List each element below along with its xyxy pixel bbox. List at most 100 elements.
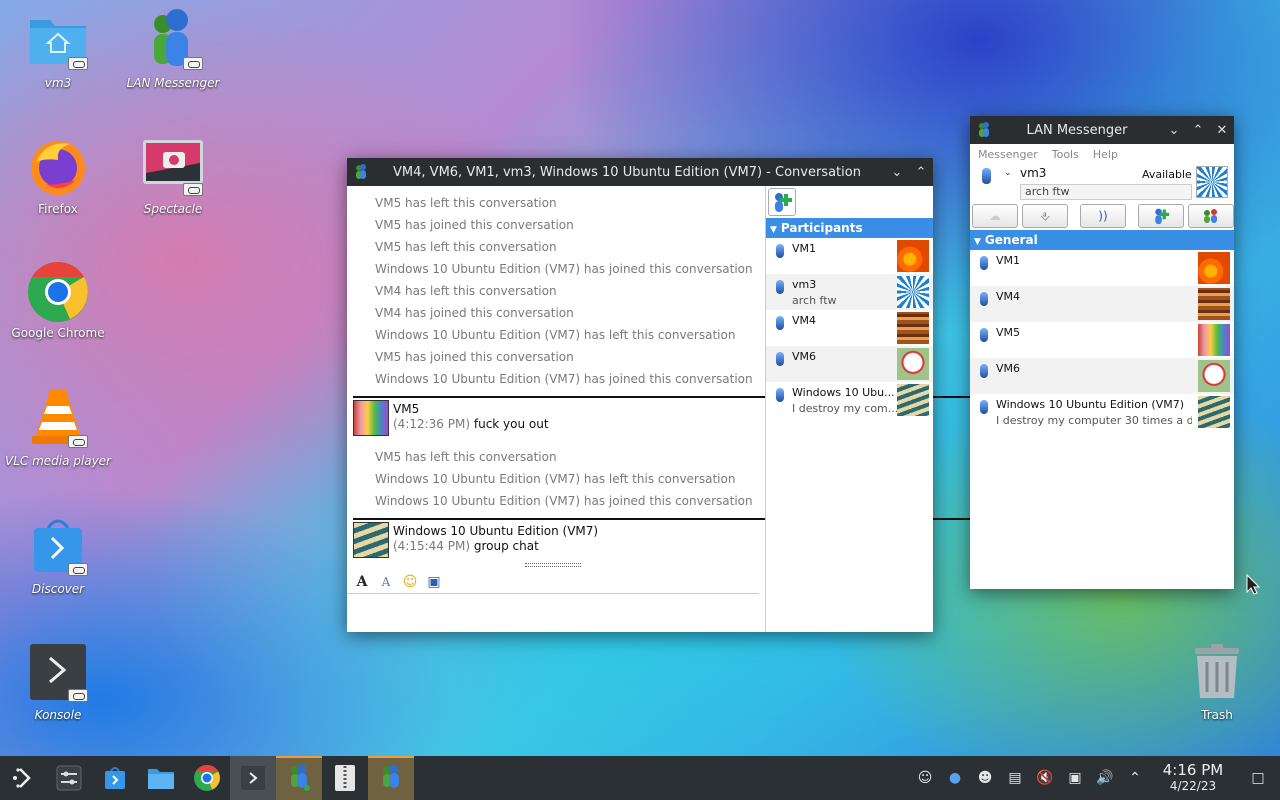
desktop-icon-trash[interactable]: Trash bbox=[1162, 640, 1272, 722]
volume-muted-icon[interactable]: 🔇 bbox=[1030, 770, 1060, 786]
participant-row[interactable]: VM6 bbox=[766, 346, 933, 382]
user-icon[interactable]: ☺ bbox=[910, 770, 940, 786]
close-button[interactable]: ✕ bbox=[1210, 123, 1234, 138]
maximize-button[interactable]: ⌃ bbox=[909, 165, 933, 180]
desktop-icon-konsole[interactable]: Konsole bbox=[3, 640, 113, 722]
minimize-button[interactable]: ⌄ bbox=[1162, 123, 1186, 138]
desktop-icon-label: Firefox bbox=[38, 202, 78, 216]
message-time: (4:15:44 PM) bbox=[393, 539, 471, 553]
avatar bbox=[1198, 360, 1230, 392]
participants-panel: ▼ Participants VM1 vm3 arch ftw VM4 VM6 W… bbox=[765, 186, 933, 632]
participant-note: I destroy my com... bbox=[792, 402, 899, 415]
smiley-icon[interactable]: ☺ bbox=[401, 574, 419, 590]
network-icon[interactable]: ▣ bbox=[1060, 770, 1090, 786]
task-lan-messenger[interactable] bbox=[368, 756, 414, 800]
participant-row[interactable]: VM4 bbox=[766, 310, 933, 346]
avatar bbox=[897, 348, 929, 380]
add-participant-button[interactable] bbox=[768, 188, 796, 216]
task-konsole[interactable] bbox=[230, 756, 276, 800]
status-icon[interactable] bbox=[982, 168, 991, 184]
task-lan-messenger-conversation[interactable] bbox=[276, 756, 322, 800]
window-title: LAN Messenger bbox=[1026, 122, 1128, 138]
menu-messenger[interactable]: Messenger bbox=[978, 148, 1038, 161]
send-file-button[interactable]: ⎀ bbox=[1022, 204, 1069, 228]
save-icon[interactable]: ▣ bbox=[425, 574, 443, 590]
participant-row[interactable]: vm3 arch ftw bbox=[766, 274, 933, 310]
participant-note: arch ftw bbox=[792, 294, 837, 307]
contact-row[interactable]: Windows 10 Ubuntu Edition (VM7) I destro… bbox=[970, 394, 1234, 430]
chevron-down-icon[interactable]: ⌄ bbox=[1004, 168, 1012, 178]
user-note-field[interactable]: arch ftw bbox=[1020, 184, 1192, 200]
contact-row[interactable]: VM1 bbox=[970, 250, 1234, 286]
avatar bbox=[897, 276, 929, 308]
desktop-icon-spectacle[interactable]: Spectacle bbox=[118, 134, 228, 216]
desktop-icon-firefox[interactable]: Firefox bbox=[3, 134, 113, 216]
user-status[interactable]: Available bbox=[1142, 168, 1192, 181]
messenger-toolbar: ☁ ⎀ )) bbox=[970, 202, 1234, 228]
task-google-chrome[interactable] bbox=[184, 756, 230, 800]
show-desktop-icon[interactable]: □ bbox=[1236, 770, 1280, 786]
chat-room-button[interactable]: ☁ bbox=[972, 204, 1019, 228]
participant-name: VM4 bbox=[792, 314, 817, 327]
participant-name: VM1 bbox=[792, 242, 817, 255]
app-launcher-button[interactable] bbox=[0, 756, 46, 800]
message-text: fuck you out bbox=[473, 417, 549, 431]
chevron-up-icon[interactable]: ⌃ bbox=[1120, 770, 1150, 786]
conversation-titlebar[interactable]: VM4, VM6, VM1, vm3, Windows 10 Ubuntu Ed… bbox=[347, 158, 933, 186]
lan-messenger-tray-icon[interactable]: ● bbox=[940, 770, 970, 786]
contact-name: VM4 bbox=[996, 290, 1021, 303]
clipboard-icon[interactable]: ▤ bbox=[1000, 770, 1030, 786]
add-contact-icon bbox=[1155, 208, 1170, 225]
clock[interactable]: 4:16 PM 4/22/23 bbox=[1150, 762, 1236, 794]
firefox-icon bbox=[26, 134, 90, 198]
group-button[interactable] bbox=[1187, 204, 1234, 228]
archive-icon bbox=[335, 765, 355, 791]
contact-note: I destroy my computer 30 times a da... bbox=[996, 414, 1192, 427]
task-discover[interactable] bbox=[92, 756, 138, 800]
add-contact-button[interactable] bbox=[1137, 204, 1184, 228]
contact-row[interactable]: VM6 bbox=[970, 358, 1234, 394]
menu-help[interactable]: Help bbox=[1093, 148, 1118, 161]
cloud-icon: ☁ bbox=[989, 209, 1002, 223]
minimize-button[interactable]: ⌄ bbox=[885, 165, 909, 180]
message-text: group chat bbox=[473, 539, 539, 553]
contact-row[interactable]: VM5 bbox=[970, 322, 1234, 358]
format-toolbar: A A ☺ ▣ bbox=[347, 570, 759, 594]
desktop-icon-vm3[interactable]: vm3 bbox=[3, 8, 113, 90]
desktop-icon-discover[interactable]: Discover bbox=[3, 514, 113, 596]
contact-name: VM1 bbox=[996, 254, 1021, 267]
broadcast-button[interactable]: )) bbox=[1079, 204, 1127, 228]
font-icon[interactable]: A bbox=[353, 574, 371, 590]
task-archiver[interactable] bbox=[322, 756, 368, 800]
participant-row[interactable]: Windows 10 Ubu... I destroy my com... bbox=[766, 382, 933, 418]
status-icon bbox=[980, 292, 988, 306]
lan-messenger-icon bbox=[383, 764, 399, 788]
menu-tools[interactable]: Tools bbox=[1052, 148, 1079, 161]
participants-header[interactable]: ▼ Participants bbox=[766, 218, 933, 238]
message-input[interactable] bbox=[347, 596, 759, 632]
users-icon[interactable]: ☻ bbox=[970, 770, 1000, 786]
desktop-icon-vlc[interactable]: VLC media player bbox=[3, 386, 113, 468]
participant-row[interactable]: VM1 bbox=[766, 238, 933, 274]
status-icon bbox=[980, 256, 988, 270]
maximize-button[interactable]: ⌃ bbox=[1186, 123, 1210, 138]
task-system-settings[interactable] bbox=[46, 756, 92, 800]
launcher-icon bbox=[13, 768, 31, 788]
desktop-icon-lan-messenger[interactable]: LAN Messenger bbox=[118, 8, 228, 90]
participant-name: VM6 bbox=[792, 350, 817, 363]
contact-row[interactable]: VM4 bbox=[970, 286, 1234, 322]
contacts-group-icon bbox=[1203, 209, 1217, 223]
font-color-icon[interactable]: A bbox=[377, 575, 395, 589]
splitter-handle[interactable] bbox=[525, 563, 581, 567]
avatar bbox=[1198, 324, 1230, 356]
task-file-manager[interactable] bbox=[138, 756, 184, 800]
avatar[interactable] bbox=[1196, 166, 1228, 198]
settings-icon bbox=[56, 765, 82, 791]
messenger-titlebar[interactable]: LAN Messenger ⌄ ⌃ ✕ bbox=[970, 116, 1234, 144]
desktop-icon-google-chrome[interactable]: Google Chrome bbox=[3, 258, 113, 340]
volume-icon[interactable]: 🔊 bbox=[1090, 770, 1120, 786]
contacts-group-general[interactable]: ▼ General bbox=[970, 230, 1234, 250]
clock-date: 4/22/23 bbox=[1169, 779, 1217, 793]
spectacle-icon bbox=[141, 134, 205, 198]
terminal-icon bbox=[26, 640, 90, 704]
